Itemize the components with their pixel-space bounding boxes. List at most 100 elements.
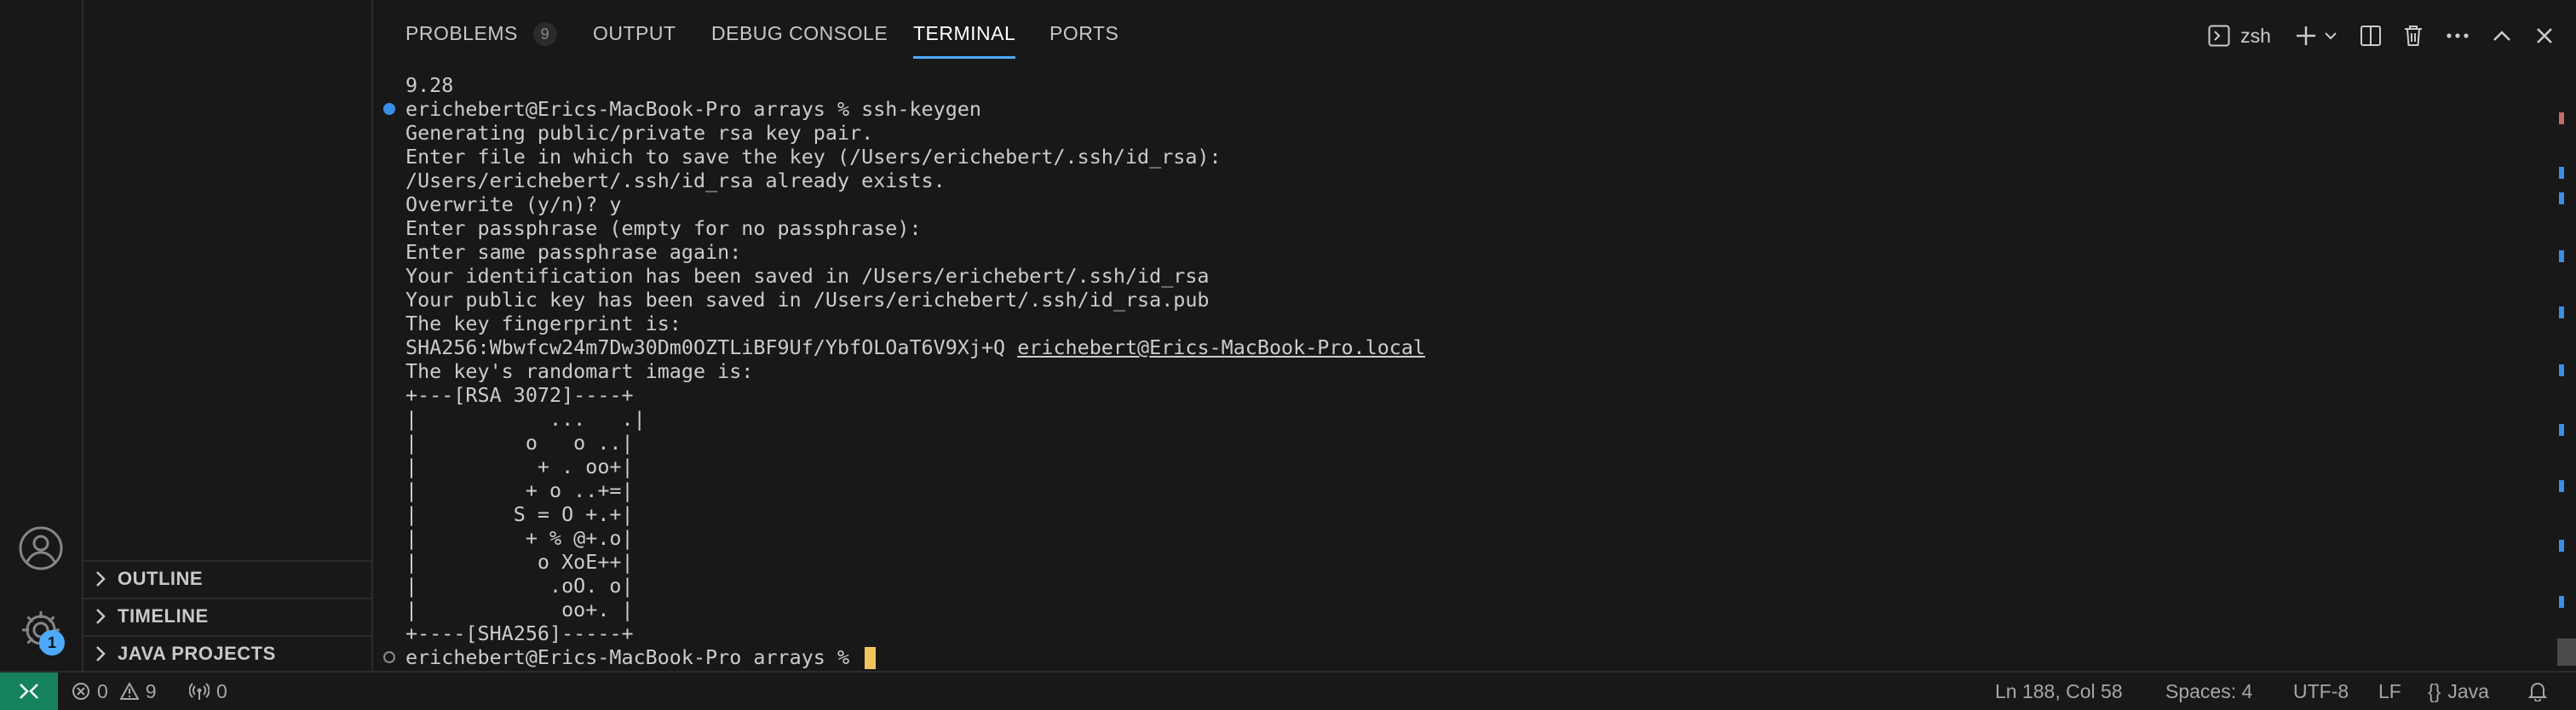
remote-indicator[interactable] [0,673,58,710]
close-panel-button[interactable] [2528,19,2561,53]
java-projects-section[interactable]: JAVA PROJECTS [83,635,371,671]
terminal-output[interactable]: 9.28 erichebert@Erics-MacBook-Pro arrays… [373,73,2520,671]
language-mode[interactable]: {} Java [2428,673,2489,710]
randomart-line: | + % @+.o| [405,526,634,550]
terminal-line: Generating public/private rsa key pair. [405,121,874,145]
ruler-mark [2559,364,2564,376]
ruler-mark [2559,167,2564,179]
warning-icon [119,682,139,700]
new-terminal-button[interactable] [2291,19,2320,53]
trash-icon [2405,26,2422,46]
tab-ports[interactable]: PORTS [1049,22,1118,56]
maximize-panel-button[interactable] [2486,19,2518,53]
terminal-line: The key fingerprint is: [405,312,681,335]
terminal-line: 9.28 [405,73,454,97]
randomart-line: | .oO. o| [405,574,634,598]
terminal-line: erichebert@Erics-MacBook-Pro arrays % ss… [405,97,981,121]
manage-badge: 1 [39,630,65,656]
notifications-button[interactable] [2528,673,2554,710]
terminal-launch-profile-button[interactable] [2320,19,2341,53]
ruler-mark [2559,250,2564,262]
terminal-cursor [865,647,877,669]
shell-label: zsh [2240,24,2271,47]
fingerprint-text: SHA256:Wbwfcw24m7Dw30Dm0OZTLiBF9Uf/YbfOL… [405,335,1006,359]
command-decoration-pending[interactable] [383,651,395,663]
braces-icon: {} [2428,679,2441,702]
tab-problems[interactable]: PROBLEMS 9 [405,22,557,56]
ellipsis-icon [2447,33,2469,38]
eol-status[interactable]: LF [2378,673,2401,710]
cursor-position[interactable]: Ln 188, Col 58 [1995,673,2123,710]
plus-icon [2297,26,2315,45]
terminal-prompt: erichebert@Erics-MacBook-Pro arrays % [405,645,850,669]
terminal-line: Enter same passphrase again: [405,240,742,264]
fingerprint-link[interactable]: erichebert@Erics-MacBook-Pro.local [1017,335,1425,359]
randomart-line: | ... .| [405,407,646,431]
java-projects-label: JAVA PROJECTS [118,643,276,664]
error-count: 0 [97,679,108,702]
encoding-status[interactable]: UTF-8 [2293,673,2349,710]
chevron-down-icon [2325,32,2337,40]
accounts-icon[interactable] [17,524,65,572]
terminal-line: Overwrite (y/n)? y [405,192,622,216]
tab-problems-label: PROBLEMS [405,22,518,44]
tab-debug-console[interactable]: DEBUG CONSOLE [711,22,888,56]
ruler-mark [2559,596,2564,608]
ports-status[interactable]: 0 [189,673,227,710]
terminal-line: Your identification has been saved in /U… [405,264,1210,288]
randomart-line: | o XoE++| [405,550,634,574]
tab-output[interactable]: OUTPUT [593,22,676,56]
chevron-right-icon [83,608,118,625]
timeline-section[interactable]: TIMELINE [83,598,371,633]
randomart-line: +----[SHA256]-----+ [405,621,634,645]
split-icon [2360,26,2381,46]
terminal-shell-selector[interactable]: zsh [2201,19,2278,53]
randomart-line: +---[RSA 3072]----+ [405,383,634,407]
more-actions-button[interactable] [2441,19,2474,53]
panel-tabs: PROBLEMS 9 OUTPUT DEBUG CONSOLE TERMINAL … [373,0,2576,72]
close-icon [2537,28,2552,43]
ruler-mark [2559,424,2564,436]
terminal-line: Enter file in which to save the key (/Us… [405,145,1222,169]
overview-ruler [2559,73,2564,671]
ruler-mark [2559,112,2564,124]
ruler-mark [2559,540,2564,552]
terminal-line: /Users/erichebert/.ssh/id_rsa already ex… [405,169,946,192]
terminal-prompt-line[interactable]: erichebert@Erics-MacBook-Pro arrays % [405,645,877,669]
problems-status[interactable]: 0 9 [72,673,157,710]
terminal-scrollbar-thumb[interactable] [2557,638,2576,666]
randomart-line: | + o ..+=| [405,478,634,502]
timeline-label: TIMELINE [118,605,209,627]
outline-label: OUTLINE [118,568,204,589]
kill-terminal-button[interactable] [2397,19,2429,53]
randomart-line: | o o ..| [405,431,634,455]
ruler-mark [2559,306,2564,318]
chevron-up-icon [2493,31,2510,41]
ports-count: 0 [216,679,227,702]
terminal-line-fingerprint: SHA256:Wbwfcw24m7Dw30Dm0OZTLiBF9Uf/YbfOL… [405,335,1425,359]
side-bar: OUTLINE TIMELINE JAVA PROJECTS [83,0,373,671]
indentation-status[interactable]: Spaces: 4 [2165,673,2252,710]
panel-actions: zsh [2201,19,2576,53]
chevron-right-icon [83,645,118,662]
terminal-line: The key's randomart image is: [405,359,754,383]
status-bar: 0 9 0 Ln 188, Col 58 Spaces: 4 UTF-8 LF … [0,671,2576,710]
tab-terminal[interactable]: TERMINAL [913,22,1016,59]
randomart-line: | S = O +.+| [405,502,634,526]
terminal-line: Enter passphrase (empty for no passphras… [405,216,922,240]
panel: PROBLEMS 9 OUTPUT DEBUG CONSOLE TERMINAL … [373,0,2576,671]
command-decoration-success[interactable] [383,103,395,115]
error-icon [72,683,89,700]
outline-section[interactable]: OUTLINE [83,560,371,596]
ruler-mark [2559,192,2564,204]
broadcast-icon [189,683,210,700]
terminal-line: Your public key has been saved in /Users… [405,288,1210,312]
chevron-right-icon [83,570,118,587]
problems-count-badge: 9 [532,22,557,46]
remote-icon [20,684,38,699]
randomart-line: | oo+. | [405,598,634,621]
ruler-mark [2559,480,2564,492]
language-label: Java [2447,679,2489,702]
split-terminal-button[interactable] [2355,19,2387,53]
warning-count: 9 [145,679,157,702]
